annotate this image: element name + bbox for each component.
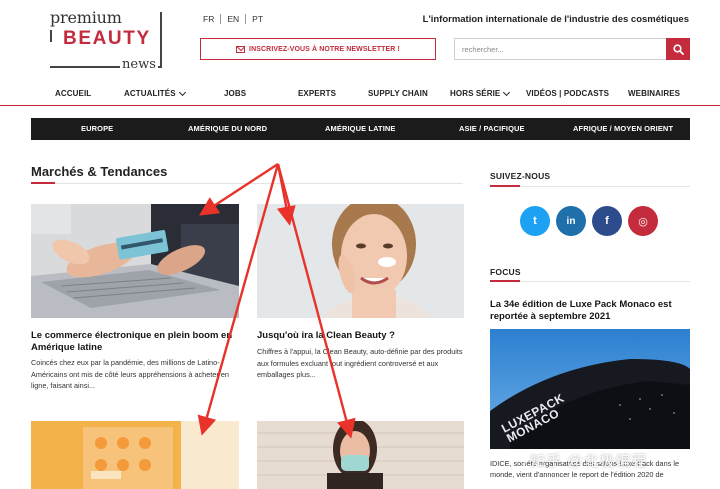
linkedin-icon[interactable]: in — [556, 206, 586, 236]
chevron-down-icon — [178, 88, 186, 96]
main-navigation: ACCUEIL ACTUALITÉS JOBS EXPERTS SUPPLY C… — [0, 86, 720, 106]
lang-en[interactable]: EN — [227, 14, 239, 24]
logo-premium: premium — [50, 8, 125, 27]
nav-jobs[interactable]: JOBS — [224, 89, 246, 98]
article-image-mask[interactable] — [257, 421, 464, 489]
article-title-ecommerce[interactable]: Le commerce électronique en plein boom e… — [31, 330, 243, 353]
focus-article-image[interactable]: LUXEPACK MONACO — [490, 329, 690, 449]
watermark: 知乎 @北极编程 — [510, 450, 647, 471]
focus-divider — [490, 280, 690, 282]
nav-label: SUPPLY CHAIN — [368, 89, 428, 98]
focus-article-title[interactable]: La 34e édition de Luxe Pack Monaco est r… — [490, 299, 690, 322]
language-switcher: FR EN PT — [203, 14, 263, 24]
lang-fr[interactable]: FR — [203, 14, 214, 24]
nav-label: VIDÉOS | PODCASTS — [526, 89, 610, 98]
nav-label: ACCUEIL — [55, 89, 92, 98]
region-europe[interactable]: EUROPE — [81, 124, 113, 133]
twitter-icon[interactable]: t — [520, 206, 550, 236]
nav-label: ACTUALITÉS — [124, 89, 176, 98]
article-excerpt-ecommerce: Coincés chez eux par la pandémie, des mi… — [31, 358, 229, 390]
region-bar: EUROPE AMÉRIQUE DU NORD AMÉRIQUE LATINE … — [31, 118, 690, 140]
facebook-icon[interactable]: f — [592, 206, 622, 236]
newsletter-label: INSCRIVEZ-VOUS À NOTRE NEWSLETTER ! — [249, 45, 400, 53]
search-icon — [672, 43, 684, 55]
instagram-icon[interactable]: ◎ — [628, 206, 658, 236]
nav-label: JOBS — [224, 89, 247, 98]
newsletter-button[interactable]: INSCRIVEZ-VOUS À NOTRE NEWSLETTER ! — [200, 38, 436, 60]
region-amerique-latine[interactable]: AMÉRIQUE LATINE — [325, 124, 396, 133]
article-image-clean-beauty[interactable] — [257, 204, 464, 318]
nav-actualites[interactable]: ACTUALITÉS — [124, 88, 186, 98]
logo-beauty: BEAUTY — [63, 28, 151, 49]
search-button[interactable] — [666, 38, 690, 60]
twitter-glyph: t — [533, 215, 537, 227]
nav-label: EXPERTS — [298, 89, 337, 98]
article-excerpt-clean-beauty: Chiffres à l'appui, la Clean Beauty, aut… — [257, 347, 463, 379]
nav-accueil[interactable]: ACCUEIL — [55, 89, 91, 98]
divider — [220, 14, 222, 24]
nav-label: WEBINAIRES — [628, 89, 681, 98]
nav-experts[interactable]: EXPERTS — [298, 89, 336, 98]
instagram-glyph: ◎ — [638, 215, 648, 228]
envelope-icon — [236, 45, 246, 53]
region-asie-pacifique[interactable]: ASIE / PACIFIQUE — [459, 124, 525, 133]
site-tagline: L'information internationale de l'indust… — [422, 14, 689, 25]
focus-heading: FOCUS — [490, 267, 521, 277]
nav-hors-serie[interactable]: HORS SÉRIE — [450, 88, 511, 98]
nav-supply-chain[interactable]: SUPPLY CHAIN — [368, 89, 428, 98]
watermark-logo-icon — [510, 452, 526, 469]
lang-pt[interactable]: PT — [252, 14, 263, 24]
logo-news: news — [120, 57, 158, 72]
follow-heading: SUIVEZ-NOUS — [490, 171, 551, 181]
divider — [245, 14, 247, 24]
facebook-glyph: f — [605, 215, 609, 227]
region-amerique-du-nord[interactable]: AMÉRIQUE DU NORD — [188, 124, 267, 133]
watermark-text: 知乎 @北极编程 — [530, 453, 648, 470]
nav-videos-podcasts[interactable]: VIDÉOS | PODCASTS — [526, 89, 609, 98]
section-title: Marchés & Tendances — [31, 164, 168, 179]
follow-divider — [490, 185, 690, 187]
region-afrique-moyen-orient[interactable]: AFRIQUE / MOYEN ORIENT — [573, 124, 673, 133]
article-image-packaging[interactable] — [31, 421, 239, 489]
section-divider — [31, 182, 463, 184]
article-image-ecommerce[interactable] — [31, 204, 239, 318]
search-bar — [454, 38, 690, 60]
chevron-down-icon — [503, 88, 511, 96]
linkedin-glyph: in — [566, 215, 576, 227]
site-logo[interactable]: premium BEAUTY news — [50, 8, 163, 72]
search-input[interactable] — [455, 39, 666, 59]
nav-webinaires[interactable]: WEBINAIRES — [628, 89, 680, 98]
article-title-clean-beauty[interactable]: Jusqu'où ira la Clean Beauty ? — [257, 330, 467, 342]
nav-label: HORS SÉRIE — [450, 89, 501, 98]
